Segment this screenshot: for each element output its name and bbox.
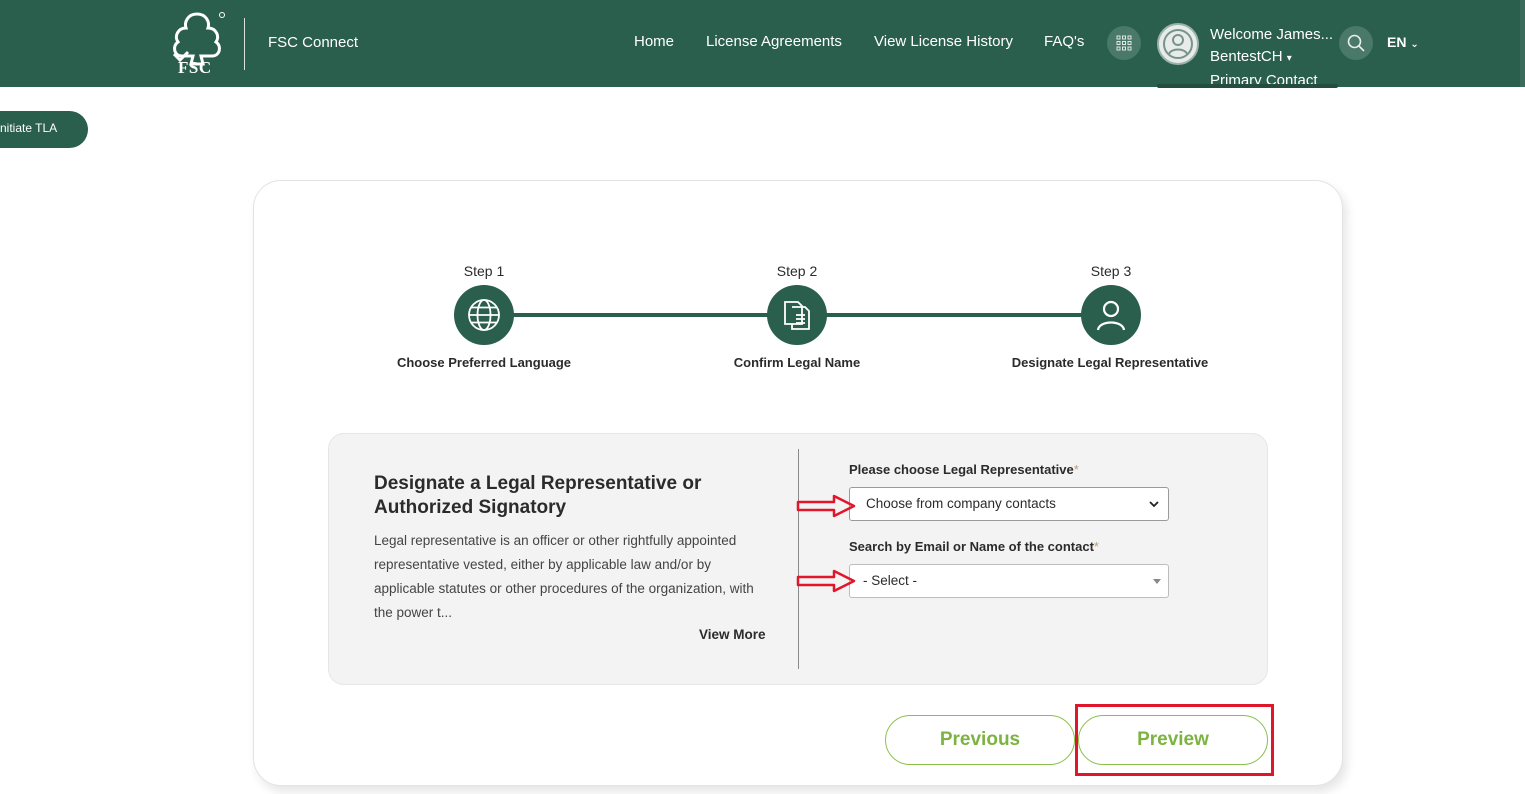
caret-down-icon: [1153, 579, 1161, 584]
contact-search-select-value: - Select -: [863, 573, 918, 588]
initiate-tla-button[interactable]: nitiate TLA: [0, 111, 88, 148]
language-value: EN: [1387, 34, 1407, 50]
required-mark: *: [1093, 539, 1099, 554]
apps-grid-button[interactable]: [1107, 26, 1141, 60]
panel-heading: Designate a Legal Representative or Auth…: [374, 473, 702, 518]
view-more-link[interactable]: View More: [699, 627, 766, 642]
app-name: FSC Connect: [268, 34, 359, 51]
step-3-circle[interactable]: [1081, 285, 1141, 345]
previous-button[interactable]: Previous: [885, 715, 1075, 765]
stepper-connector-1: [484, 313, 797, 317]
step-2-title: Step 2: [776, 263, 818, 279]
nav-faqs[interactable]: FAQ's: [1044, 33, 1084, 50]
header-divider: [244, 18, 245, 70]
annotation-highlight-box: [1075, 704, 1274, 776]
nav-license-agreements[interactable]: License Agreements: [706, 33, 842, 50]
logo-text: FSC: [178, 58, 212, 77]
step-3-label: Designate Legal Representative: [1011, 355, 1209, 370]
panel-description: Legal representative is an officer or ot…: [374, 533, 754, 620]
user-menu[interactable]: Welcome James... BentestCH ▾ Primary Con…: [1210, 24, 1333, 92]
nav-view-license-history[interactable]: View License History: [874, 33, 1013, 50]
contact-search-label: Search by Email or Name of the contact*: [849, 539, 1099, 554]
user-org-row[interactable]: BentestCH ▾: [1210, 46, 1333, 70]
search-button[interactable]: [1339, 26, 1373, 60]
contact-search-label-text: Search by Email or Name of the contact: [849, 539, 1094, 554]
step-2-label: Confirm Legal Name: [733, 355, 861, 370]
legal-representative-select-value: Choose from company contacts: [866, 496, 1056, 511]
legal-representative-label: Please choose Legal Representative*: [849, 462, 1079, 477]
contact-search-select[interactable]: - Select -: [849, 564, 1169, 598]
search-icon: [1347, 34, 1365, 52]
language-selector[interactable]: EN ⌄: [1387, 34, 1419, 50]
annotation-arrow-icon: [796, 494, 856, 518]
legal-representative-label-text: Please choose Legal Representative: [849, 462, 1074, 477]
chevron-down-icon: ⌄: [1410, 39, 1419, 50]
user-org: BentestCH: [1210, 48, 1283, 65]
apps-grid-icon: [1116, 35, 1132, 51]
chevron-down-icon: [1149, 501, 1159, 508]
panel-divider: [798, 449, 799, 669]
step-1-circle[interactable]: [454, 285, 514, 345]
caret-down-icon: ▾: [1286, 53, 1292, 64]
document-icon: [784, 301, 810, 330]
user-menu-underline: [1157, 84, 1338, 88]
avatar[interactable]: [1157, 23, 1199, 65]
step-2-circle[interactable]: [767, 285, 827, 345]
annotation-arrow-icon: [796, 569, 856, 593]
step-3-title: Step 3: [1090, 263, 1132, 279]
user-welcome: Welcome James...: [1210, 26, 1334, 43]
user-avatar-icon: [1163, 29, 1193, 59]
required-mark: *: [1073, 462, 1079, 477]
scrollbar[interactable]: [1520, 0, 1525, 87]
stepper-connector-2: [797, 313, 1110, 317]
person-icon: [1096, 300, 1126, 331]
step-1-title: Step 1: [463, 263, 505, 279]
legal-representative-select[interactable]: Choose from company contacts: [849, 487, 1169, 521]
step-1-label: Choose Preferred Language: [396, 355, 572, 370]
globe-icon: [468, 299, 500, 331]
user-role: Primary Contact: [1210, 72, 1318, 89]
nav-home[interactable]: Home: [634, 33, 674, 50]
